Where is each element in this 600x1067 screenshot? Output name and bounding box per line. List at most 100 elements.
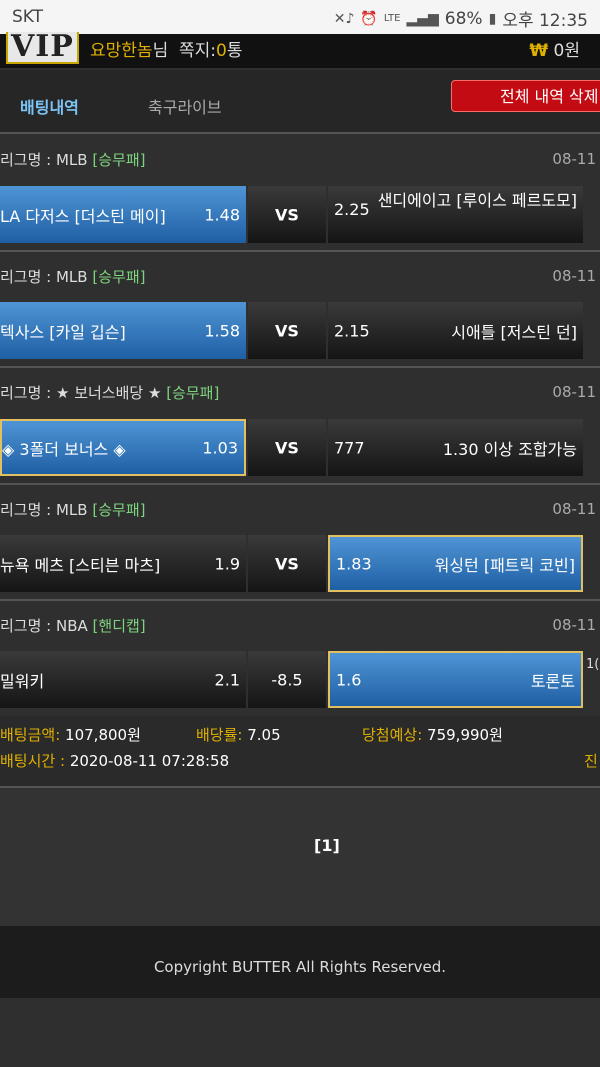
match-date: 08-11 bbox=[552, 616, 596, 634]
home-odds: 2.1 bbox=[214, 670, 240, 689]
bet-amount-label: 배팅금액: bbox=[0, 726, 61, 744]
overflow-text: 1( bbox=[586, 657, 600, 672]
bet-time-value: 2020-08-11 07:28:58 bbox=[69, 752, 230, 770]
bet-summary: 배팅금액: 107,800원 배당률: 7.05 당첨예상: 759,990원 … bbox=[0, 716, 600, 786]
league-label: 리그명 : NBA bbox=[0, 617, 88, 635]
status-icons: ✕♪ ⏰ LTE ▂▄▆ 68% ▮ 오후 12:35 bbox=[333, 6, 588, 32]
tab-soccer-live[interactable]: 축구라이브 bbox=[148, 94, 222, 118]
away-odds: 2.25 bbox=[334, 200, 370, 219]
vip-logo[interactable]: VIP bbox=[6, 32, 79, 64]
match-date: 08-11 bbox=[552, 150, 596, 168]
message-label[interactable]: 쪽지: bbox=[179, 41, 216, 61]
league-label: 리그명 : MLB bbox=[0, 268, 88, 286]
away-pick[interactable]: 777 1.30 이상 조합가능 bbox=[328, 419, 583, 476]
vs-label: VS bbox=[275, 438, 299, 457]
away-pick[interactable]: 1.6 토론토 bbox=[328, 651, 583, 708]
carrier-label: SKT bbox=[12, 7, 44, 27]
bet-row: 뉴욕 메츠 [스티븐 마츠] 1.9 VS 1.83 워싱턴 [패트릭 코빈] bbox=[0, 535, 600, 592]
away-team: 시애틀 [저스틴 던] bbox=[451, 322, 577, 342]
home-pick[interactable]: LA 다저스 [더스틴 메이] 1.48 bbox=[0, 186, 246, 243]
home-pick[interactable]: 텍사스 [카일 깁슨] 1.58 bbox=[0, 302, 246, 359]
away-odds: 1.83 bbox=[336, 554, 372, 573]
away-odds: 2.15 bbox=[334, 321, 370, 340]
account-header: VIP 요망한놈님 쪽지:0통 ₩ 0원 bbox=[0, 32, 600, 68]
match-date: 08-11 bbox=[552, 383, 596, 401]
divider bbox=[0, 366, 600, 368]
vs-label: VS bbox=[275, 321, 299, 340]
lte-label: LTE bbox=[383, 13, 401, 24]
bet-row: 밀워키 2.1 -8.5 1.6 토론토 1( bbox=[0, 651, 600, 708]
home-odds: 1.9 bbox=[214, 554, 240, 573]
expected-win: 당첨예상: 759,990원 bbox=[362, 724, 503, 745]
home-team: 밀워키 bbox=[0, 671, 45, 691]
handicap-value: -8.5 bbox=[271, 670, 303, 689]
league-header: 리그명 : MLB [승무패] 08-11 bbox=[0, 144, 600, 174]
divider bbox=[0, 599, 600, 601]
vs-cell: VS bbox=[248, 535, 326, 592]
league-label-wrap: 리그명 : MLB [승무패] bbox=[0, 149, 145, 170]
home-pick[interactable]: ◈ 3폴더 보너스 ◈ 1.03 bbox=[0, 419, 246, 476]
away-pick[interactable]: 2.25 샌디에이고 [루이스 페르도모] bbox=[328, 186, 583, 243]
bet-rate-value: 7.05 bbox=[247, 726, 281, 744]
away-team: 1.30 이상 조합가능 bbox=[442, 439, 577, 459]
delete-all-button[interactable]: 전체 내역 삭제 bbox=[451, 80, 600, 112]
home-odds: 1.58 bbox=[204, 321, 240, 340]
battery-icon: ▮ bbox=[488, 10, 497, 27]
home-pick[interactable]: 밀워키 2.1 bbox=[0, 651, 246, 708]
expected-win-value: 759,990원 bbox=[427, 726, 503, 744]
alarm-icon: ⏰ bbox=[360, 10, 378, 27]
away-pick[interactable]: 1.83 워싱턴 [패트릭 코빈] bbox=[328, 535, 583, 592]
expected-win-label: 당첨예상: bbox=[362, 726, 423, 744]
league-header: 리그명 : NBA [핸디캡] 08-11 bbox=[0, 610, 600, 640]
bet-row: LA 다저스 [더스틴 메이] 1.48 VS 2.25 샌디에이고 [루이스 … bbox=[0, 186, 600, 243]
league-label: 리그명 : MLB bbox=[0, 151, 88, 169]
mute-icon: ✕♪ bbox=[333, 10, 355, 27]
signal-icon: ▂▄▆ bbox=[406, 10, 439, 27]
home-team: 텍사스 [카일 깁슨] bbox=[0, 322, 126, 342]
home-pick[interactable]: 뉴욕 메츠 [스티븐 마츠] 1.9 bbox=[0, 535, 246, 592]
bet-time-label: 배팅시간 : bbox=[0, 752, 66, 770]
username[interactable]: 요망한놈 bbox=[90, 41, 153, 61]
bet-rate-label: 배당률: bbox=[196, 726, 243, 744]
bet-type-tag: [승무패] bbox=[92, 501, 146, 519]
page-1-link[interactable]: [1] bbox=[314, 836, 340, 855]
vs-label: VS bbox=[275, 554, 299, 573]
vs-cell: VS bbox=[248, 302, 326, 359]
away-odds: 1.6 bbox=[336, 670, 362, 689]
bet-amount: 배팅금액: 107,800원 bbox=[0, 724, 141, 745]
league-label-wrap: 리그명 : ★ 보너스배당 ★ [승무패] bbox=[0, 382, 219, 403]
bet-status: 진 bbox=[584, 752, 598, 770]
league-header: 리그명 : MLB [승무패] 08-11 bbox=[0, 494, 600, 524]
tab-betting-history[interactable]: 배팅내역 bbox=[20, 94, 79, 118]
bet-type-tag: [승무패] bbox=[92, 268, 146, 286]
bonus-label: ◈ 3폴더 보너스 ◈ bbox=[2, 439, 126, 459]
message-unit: 통 bbox=[226, 41, 243, 61]
home-team: LA 다저스 [더스틴 메이] bbox=[0, 206, 166, 226]
bet-amount-value: 107,800원 bbox=[65, 726, 141, 744]
home-odds: 1.48 bbox=[204, 205, 240, 224]
home-odds: 1.03 bbox=[202, 438, 238, 457]
league-label: 리그명 : MLB bbox=[0, 501, 88, 519]
battery-percent: 68% bbox=[444, 8, 483, 29]
away-pick[interactable]: 2.15 시애틀 [저스틴 던] bbox=[328, 302, 583, 359]
divider bbox=[0, 132, 600, 134]
bet-type-tag: [승무패] bbox=[166, 384, 220, 402]
match-date: 08-11 bbox=[552, 267, 596, 285]
bet-row: 텍사스 [카일 깁슨] 1.58 VS 2.15 시애틀 [저스틴 던] bbox=[0, 302, 600, 359]
vs-cell: VS bbox=[248, 419, 326, 476]
footer: Copyright BUTTER All Rights Reserved. bbox=[0, 926, 600, 998]
vs-cell: VS bbox=[248, 186, 326, 243]
status-bar: SKT ✕♪ ⏰ LTE ▂▄▆ 68% ▮ 오후 12:35 bbox=[0, 0, 600, 34]
bet-rate: 배당률: 7.05 bbox=[196, 724, 281, 745]
tab-bar: 배팅내역 축구라이브 전체 내역 삭제 bbox=[0, 70, 600, 132]
user-info: 요망한놈님 쪽지:0통 bbox=[90, 36, 243, 61]
league-label-wrap: 리그명 : MLB [승무패] bbox=[0, 266, 145, 287]
handicap-cell: -8.5 bbox=[248, 651, 326, 708]
won-icon: ₩ bbox=[529, 41, 549, 61]
username-suffix: 님 bbox=[152, 41, 169, 61]
home-team: 뉴욕 메츠 [스티븐 마츠] bbox=[0, 555, 161, 575]
away-team: 워싱턴 [패트릭 코빈] bbox=[434, 555, 575, 575]
bet-type-tag: [승무패] bbox=[92, 151, 146, 169]
balance-value: 0원 bbox=[553, 41, 580, 61]
message-count[interactable]: 0 bbox=[216, 41, 227, 61]
